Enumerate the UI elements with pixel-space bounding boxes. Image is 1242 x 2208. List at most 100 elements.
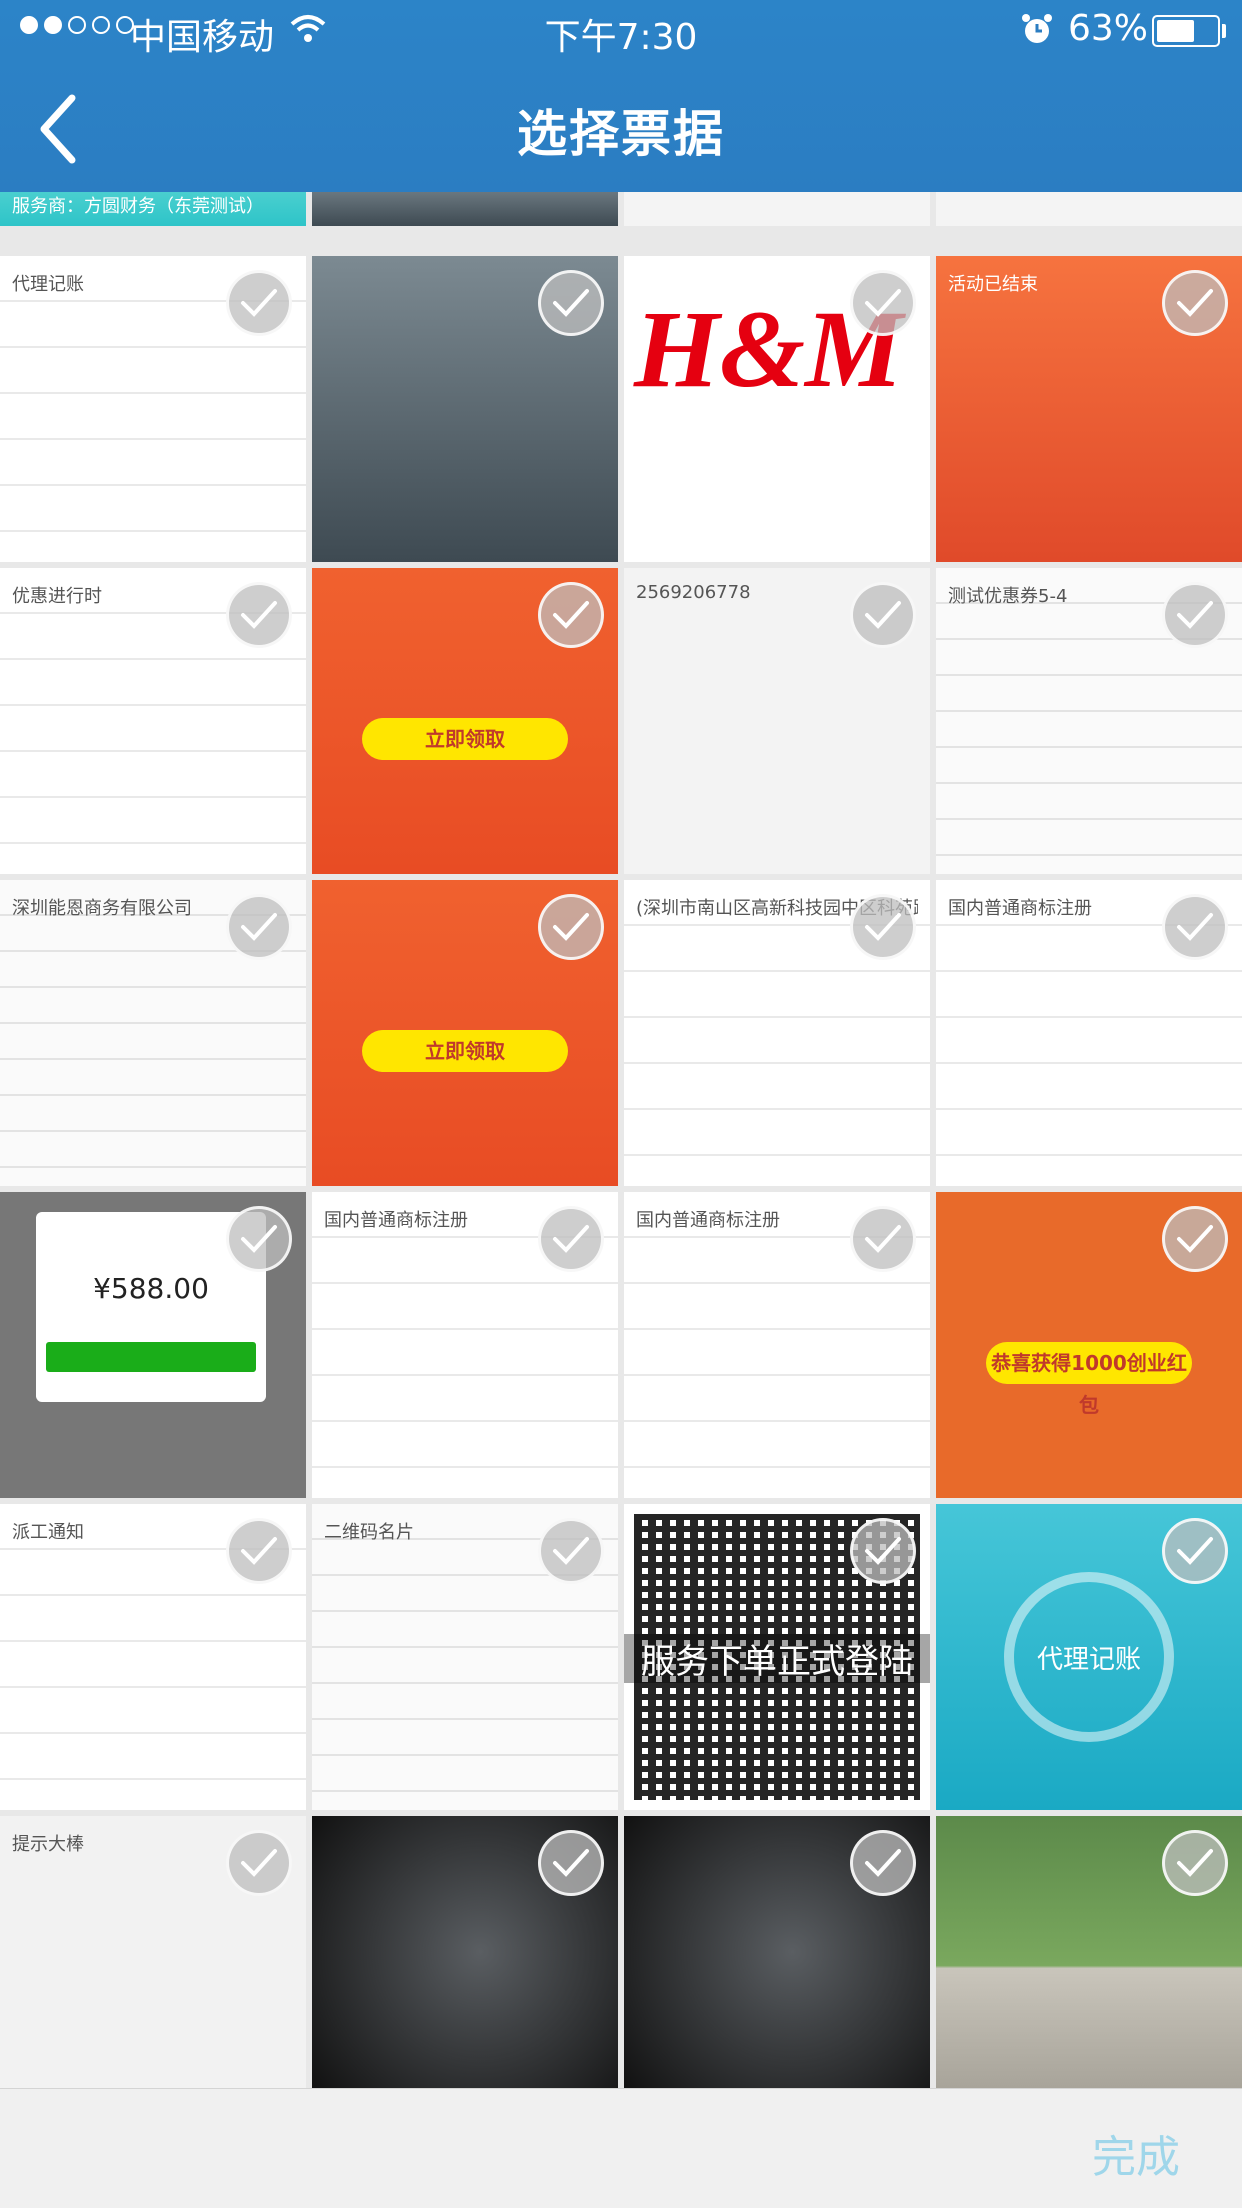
select-check-icon[interactable] [850,894,916,960]
select-check-icon[interactable] [1162,270,1228,336]
select-check-icon[interactable] [1162,894,1228,960]
checkmark-icon [865,1225,901,1253]
checkmark-icon [241,1537,277,1565]
select-check-icon[interactable] [226,270,292,336]
select-check-icon[interactable] [226,1518,292,1584]
photo-thumbnail[interactable]: 二维码名片 [312,1504,618,1810]
photo-thumbnail[interactable]: H&M [624,256,930,562]
select-check-icon[interactable] [226,1206,292,1272]
status-time: 下午7:30 [544,17,698,58]
photo-thumbnail[interactable] [624,192,930,226]
battery-level [1157,20,1194,42]
photo-thumbnail[interactable]: 代理记账 [936,1504,1242,1810]
select-check-icon[interactable] [226,582,292,648]
photo-caption: 服务商：方圆财务（东莞测试） [12,196,264,217]
checkmark-icon [1177,1849,1213,1877]
checkmark-icon [1177,1537,1213,1565]
photo-grid: 服务商：方圆财务（东莞测试） 代理记账 H&M 活动已结束 优惠进行时 立即领取 25692… [0,192,1242,2088]
accounting-circle: 代理记账 [1004,1572,1174,1742]
select-check-icon[interactable] [538,1518,604,1584]
photo-thumbnail[interactable]: 服务商：方圆财务（东莞测试） [0,192,306,226]
select-check-icon[interactable] [850,1518,916,1584]
select-check-icon[interactable] [1162,1206,1228,1272]
photo-thumbnail[interactable] [312,192,618,226]
select-check-icon[interactable] [850,1830,916,1896]
photo-thumbnail[interactable]: 服务下单正式登陆 [624,1504,930,1810]
select-check-icon[interactable] [850,1206,916,1272]
photo-thumbnail[interactable] [312,1816,618,2088]
page-title: 选择票据 [517,105,725,163]
payment-amount: ¥588.00 [93,1272,209,1305]
photo-thumbnail[interactable]: 活动已结束 [936,256,1242,562]
photo-thumbnail[interactable]: (深圳市南山区高新科技园中区科苑路科兴科学园 B3 单元 [624,880,930,1186]
select-check-icon[interactable] [850,582,916,648]
checkmark-icon [553,289,589,317]
photo-thumbnail[interactable]: 国内普通商标注册 [624,1192,930,1498]
select-check-icon[interactable] [226,894,292,960]
select-check-icon[interactable] [1162,1518,1228,1584]
checkmark-icon [241,913,277,941]
select-check-icon[interactable] [226,1830,292,1896]
qr-caption: 服务下单正式登陆 [624,1634,930,1683]
photo-thumbnail[interactable]: 国内普通商标注册 [312,1192,618,1498]
photo-thumbnail[interactable]: 国内普通商标注册 [936,880,1242,1186]
checkmark-icon [241,601,277,629]
battery-tip [1222,24,1226,38]
promo-button: 恭喜获得1000创业红包 [986,1342,1192,1417]
checkmark-icon [865,601,901,629]
checkmark-icon [865,1849,901,1877]
checkmark-icon [553,1537,589,1565]
photo-thumbnail[interactable]: 恭喜获得1000创业红包 [936,1192,1242,1498]
photo-thumbnail[interactable]: 深圳能恩商务有限公司 [0,880,306,1186]
checkmark-icon [553,1225,589,1253]
photo-image [936,192,1242,226]
checkmark-icon [865,1537,901,1565]
select-check-icon[interactable] [538,582,604,648]
checkmark-icon [1177,1225,1213,1253]
checkmark-icon [553,601,589,629]
photo-thumbnail[interactable]: 立即领取 [312,568,618,874]
battery-icon [1152,15,1220,47]
status-bar: 中国移动 下午7:30 63% [0,0,1242,62]
checkmark-icon [553,913,589,941]
promo-button: 立即领取 [362,1030,568,1072]
checkmark-icon [865,289,901,317]
checkmark-icon [1177,289,1213,317]
photo-thumbnail[interactable]: 提示大棒 [0,1816,306,2088]
photo-thumbnail[interactable]: 优惠进行时 [0,568,306,874]
battery-percent: 63% [1068,8,1149,49]
navigation-bar: 选择票据 [0,62,1242,192]
photo-thumbnail[interactable]: 2569206778 [624,568,930,874]
photo-image [312,192,618,226]
checkmark-icon [1177,913,1213,941]
select-check-icon[interactable] [1162,1830,1228,1896]
confirm-pay-bar [46,1342,256,1372]
photo-thumbnail[interactable]: 立即领取 [312,880,618,1186]
checkmark-icon [553,1849,589,1877]
photo-thumbnail[interactable] [936,192,1242,226]
top-bar: 中国移动 下午7:30 63% 选择票据 [0,0,1242,192]
select-check-icon[interactable] [538,894,604,960]
select-check-icon[interactable] [538,1206,604,1272]
bottom-toolbar: 完成 [0,2088,1242,2208]
select-check-icon[interactable] [850,270,916,336]
select-check-icon[interactable] [538,270,604,336]
promo-button: 立即领取 [362,718,568,760]
done-button[interactable]: 完成 [1092,2121,1180,2185]
photo-thumbnail[interactable]: 派工通知 [0,1504,306,1810]
photo-picker-screen: { "status_bar": { "carrier": "中国移动", "ti… [0,0,1242,2208]
photo-thumbnail[interactable]: ¥588.00 [0,1192,306,1498]
checkmark-icon [241,1849,277,1877]
select-check-icon[interactable] [538,1830,604,1896]
checkmark-icon [241,289,277,317]
alarm-clock-icon [1022,14,1052,43]
checkmark-icon [241,1225,277,1253]
select-check-icon[interactable] [1162,582,1228,648]
photo-thumbnail[interactable] [312,256,618,562]
photo-thumbnail[interactable] [936,1816,1242,2088]
photo-thumbnail[interactable] [624,1816,930,2088]
photo-thumbnail[interactable]: 代理记账 [0,256,306,562]
photo-image [624,192,930,226]
checkmark-icon [1177,601,1213,629]
photo-thumbnail[interactable]: 测试优惠券5-4 [936,568,1242,874]
